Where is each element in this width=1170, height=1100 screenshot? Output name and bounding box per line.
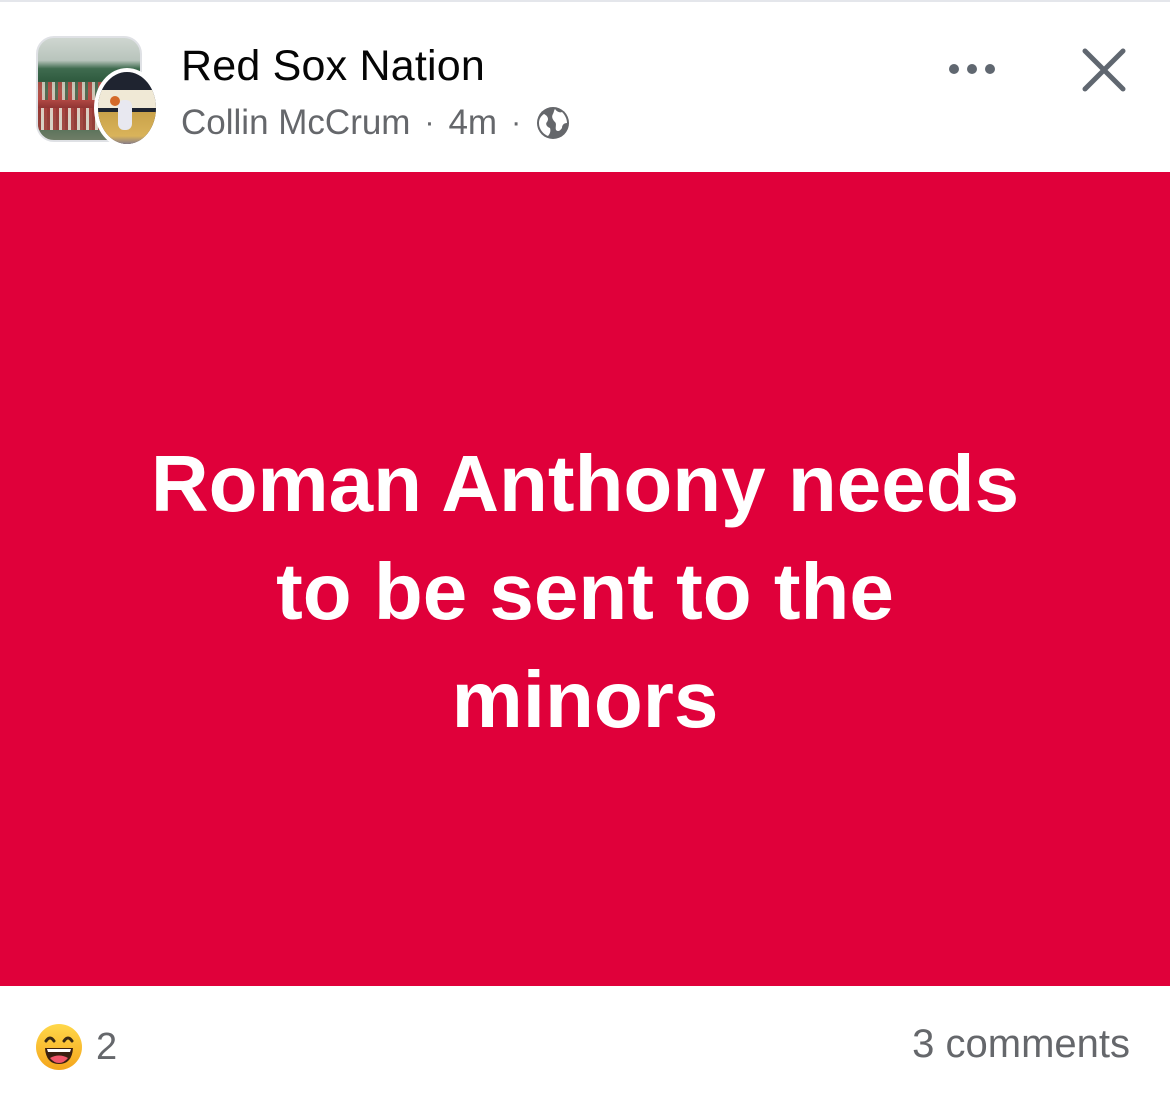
meta-separator: · <box>511 106 522 139</box>
haha-emoji-icon <box>34 1022 84 1072</box>
post-text: Roman Anthony needs to be sent to the mi… <box>150 439 1020 744</box>
post-meta: Collin McCrum · 4m · <box>181 101 571 145</box>
globe-icon[interactable] <box>535 105 571 141</box>
reaction-count: 2 <box>96 1025 118 1068</box>
post-header: Red Sox Nation Collin McCrum · 4m · <box>0 2 1170 172</box>
close-icon <box>1081 47 1127 98</box>
close-button[interactable] <box>1074 42 1134 102</box>
more-options-button[interactable] <box>940 48 1004 94</box>
avatar-player <box>118 100 132 130</box>
author-name[interactable]: Collin McCrum <box>181 103 410 143</box>
post-text-background[interactable]: Roman Anthony needs to be sent to the mi… <box>0 172 1170 986</box>
group-name[interactable]: Red Sox Nation <box>181 42 485 91</box>
comments-count-link[interactable]: 3 comments <box>912 1022 1130 1067</box>
post-footer: 2 3 comments <box>0 986 1170 1100</box>
reactions-summary[interactable]: 2 <box>34 1022 117 1072</box>
ellipsis-icon <box>947 62 997 81</box>
author-avatar[interactable] <box>94 68 160 148</box>
meta-separator: · <box>424 106 435 139</box>
avatar-ball <box>110 96 120 106</box>
post-time[interactable]: 4m <box>448 103 497 143</box>
